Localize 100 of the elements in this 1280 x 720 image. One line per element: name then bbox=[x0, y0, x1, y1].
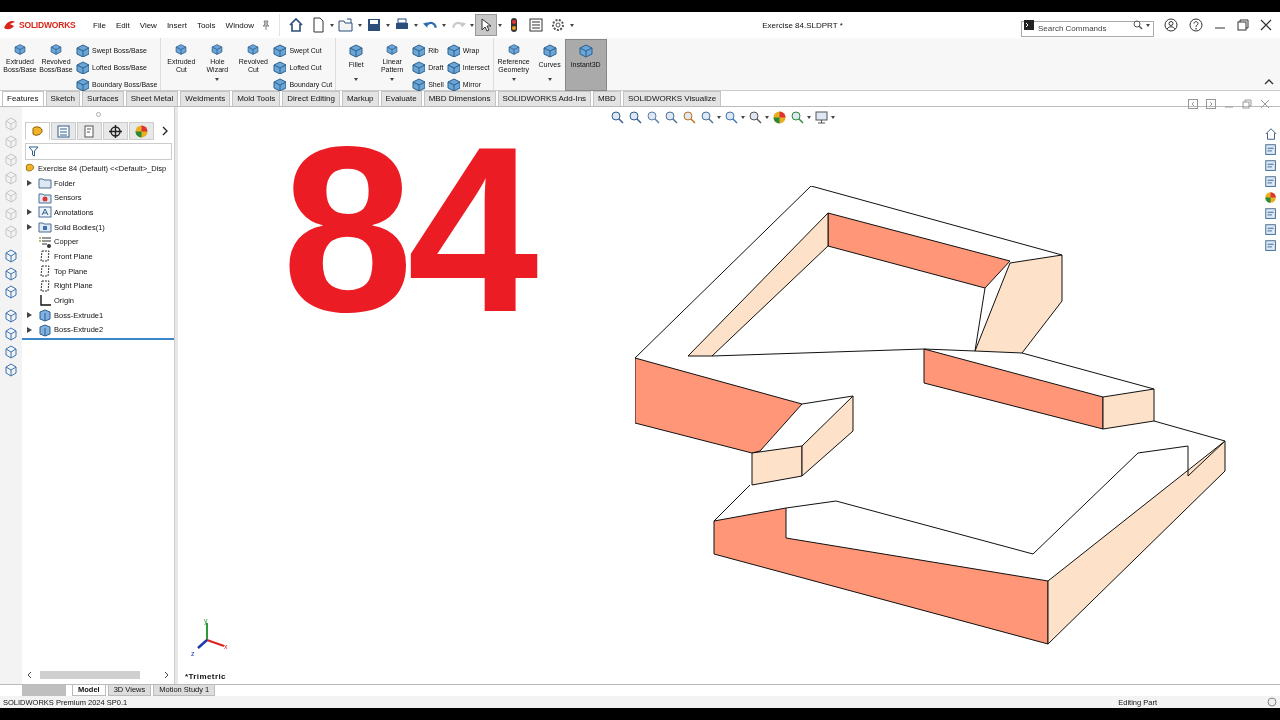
caret-icon[interactable] bbox=[1146, 23, 1150, 27]
zoom-fit-icon[interactable] bbox=[610, 110, 625, 125]
cube-icon[interactable] bbox=[4, 309, 18, 323]
ribbon-tab[interactable]: SOLIDWORKS Visualize bbox=[622, 91, 722, 106]
caret-icon[interactable] bbox=[390, 78, 395, 81]
search-icon[interactable] bbox=[1133, 20, 1143, 30]
extrude-icon bbox=[38, 308, 52, 323]
ribbon-tab[interactable]: Sketch bbox=[45, 91, 81, 106]
scrollbar-thumb[interactable] bbox=[40, 671, 140, 679]
appearance-icon[interactable] bbox=[772, 110, 787, 125]
menu-item[interactable]: View bbox=[138, 20, 158, 30]
display-icon[interactable] bbox=[814, 110, 829, 125]
grip-icon[interactable] bbox=[95, 111, 101, 117]
menu-item[interactable]: Tools bbox=[195, 20, 217, 30]
caret-icon[interactable] bbox=[215, 78, 220, 81]
caret-icon[interactable] bbox=[386, 23, 391, 27]
menu-item[interactable]: File bbox=[92, 20, 107, 30]
caret-icon[interactable] bbox=[765, 116, 769, 119]
cube-icon[interactable] bbox=[4, 285, 18, 299]
caret-icon[interactable] bbox=[330, 23, 335, 27]
block-icon bbox=[348, 43, 365, 59]
caret-icon[interactable] bbox=[741, 116, 745, 119]
ribbon-tab[interactable]: Surfaces bbox=[82, 91, 124, 106]
ribbon-tab[interactable]: Evaluate bbox=[380, 91, 422, 106]
block-icon[interactable] bbox=[75, 43, 89, 57]
block-icon[interactable] bbox=[272, 77, 287, 91]
caret-icon[interactable] bbox=[414, 23, 419, 27]
menu-item[interactable]: Edit bbox=[114, 20, 131, 30]
plane-icon bbox=[38, 264, 52, 279]
block-icon[interactable] bbox=[411, 43, 426, 57]
cube-icon[interactable] bbox=[4, 363, 18, 377]
status-icon[interactable] bbox=[1267, 697, 1277, 707]
caret-icon[interactable] bbox=[807, 116, 811, 119]
block-icon[interactable] bbox=[411, 77, 426, 91]
expand-arrow-icon[interactable] bbox=[26, 224, 32, 231]
crosshair-icon bbox=[108, 123, 123, 139]
block-icon[interactable] bbox=[75, 77, 89, 91]
ribbon-tab[interactable]: MBD Dimensions bbox=[423, 91, 496, 106]
pin-icon[interactable] bbox=[261, 20, 272, 30]
block-icon bbox=[245, 43, 262, 56]
cube-icon[interactable] bbox=[4, 249, 18, 263]
block-icon[interactable] bbox=[272, 60, 287, 74]
caret-icon[interactable] bbox=[831, 116, 835, 119]
ribbon-tab[interactable]: SOLIDWORKS Add-Ins bbox=[497, 91, 592, 106]
cube-icon[interactable] bbox=[4, 267, 18, 281]
ribbon-tab[interactable]: Direct Editing bbox=[282, 91, 340, 106]
filter-field[interactable] bbox=[25, 143, 172, 160]
caret-icon[interactable] bbox=[354, 78, 359, 81]
menu-item[interactable]: Window bbox=[224, 20, 256, 30]
ribbon-tab[interactable]: Features bbox=[2, 91, 44, 106]
panel-tab[interactable] bbox=[103, 122, 128, 140]
block-icon bbox=[48, 43, 64, 56]
block-icon bbox=[577, 43, 594, 59]
expand-arrow-icon[interactable] bbox=[26, 209, 32, 216]
expand-arrow-icon[interactable] bbox=[26, 326, 32, 333]
home-icon[interactable] bbox=[1264, 127, 1278, 141]
cube-icon[interactable] bbox=[4, 327, 18, 341]
block-icon[interactable] bbox=[411, 60, 426, 74]
restore-icon[interactable] bbox=[1237, 19, 1249, 31]
caret-icon[interactable] bbox=[358, 23, 363, 27]
ribbon-tab[interactable]: Sheet Metal bbox=[125, 91, 179, 106]
cube-icon[interactable] bbox=[4, 345, 18, 359]
plane-icon bbox=[38, 278, 52, 293]
appearance-icon[interactable] bbox=[1264, 191, 1278, 205]
ribbon-tab[interactable]: MBD bbox=[593, 91, 621, 106]
block-icon[interactable] bbox=[445, 60, 460, 74]
ribbon-tab[interactable]: Markup bbox=[341, 91, 379, 106]
block-icon[interactable] bbox=[272, 43, 287, 57]
material-icon bbox=[38, 234, 52, 249]
caret-icon[interactable] bbox=[442, 23, 447, 27]
caret-icon[interactable] bbox=[570, 23, 575, 27]
chevron-icon[interactable] bbox=[161, 126, 169, 136]
ribbon-tab[interactable]: Mold Tools bbox=[232, 91, 281, 106]
zoom-area-icon[interactable] bbox=[628, 110, 643, 125]
collapse-icon[interactable] bbox=[1264, 78, 1274, 86]
block-icon[interactable] bbox=[75, 60, 89, 74]
tile-right-icon[interactable] bbox=[1206, 99, 1216, 109]
menu-item[interactable]: Insert bbox=[165, 20, 188, 30]
scroll-right-icon[interactable] bbox=[164, 671, 170, 679]
list-icon bbox=[56, 123, 71, 139]
app-logo: SOLIDWORKS bbox=[19, 20, 76, 30]
caret-icon[interactable] bbox=[511, 78, 516, 81]
block-icon bbox=[505, 43, 522, 56]
search-field[interactable]: Search Commands bbox=[1021, 20, 1154, 37]
ribbon-tab[interactable]: Weldments bbox=[180, 91, 231, 106]
caret-icon[interactable] bbox=[498, 23, 503, 27]
caret-icon[interactable] bbox=[547, 78, 552, 81]
expand-arrow-icon[interactable] bbox=[26, 312, 32, 319]
caret-icon[interactable] bbox=[717, 116, 721, 119]
logo-icon bbox=[3, 19, 17, 31]
block-icon bbox=[173, 43, 190, 56]
annotation-icon bbox=[38, 205, 52, 220]
user-icon[interactable] bbox=[1164, 18, 1178, 32]
help-icon[interactable] bbox=[1189, 18, 1203, 32]
close-icon[interactable] bbox=[1260, 19, 1272, 31]
scroll-left-icon[interactable] bbox=[26, 671, 32, 679]
block-icon[interactable] bbox=[445, 43, 460, 57]
expand-arrow-icon[interactable] bbox=[26, 180, 32, 187]
tile-left-icon[interactable] bbox=[1188, 99, 1198, 109]
block-icon[interactable] bbox=[445, 77, 460, 91]
